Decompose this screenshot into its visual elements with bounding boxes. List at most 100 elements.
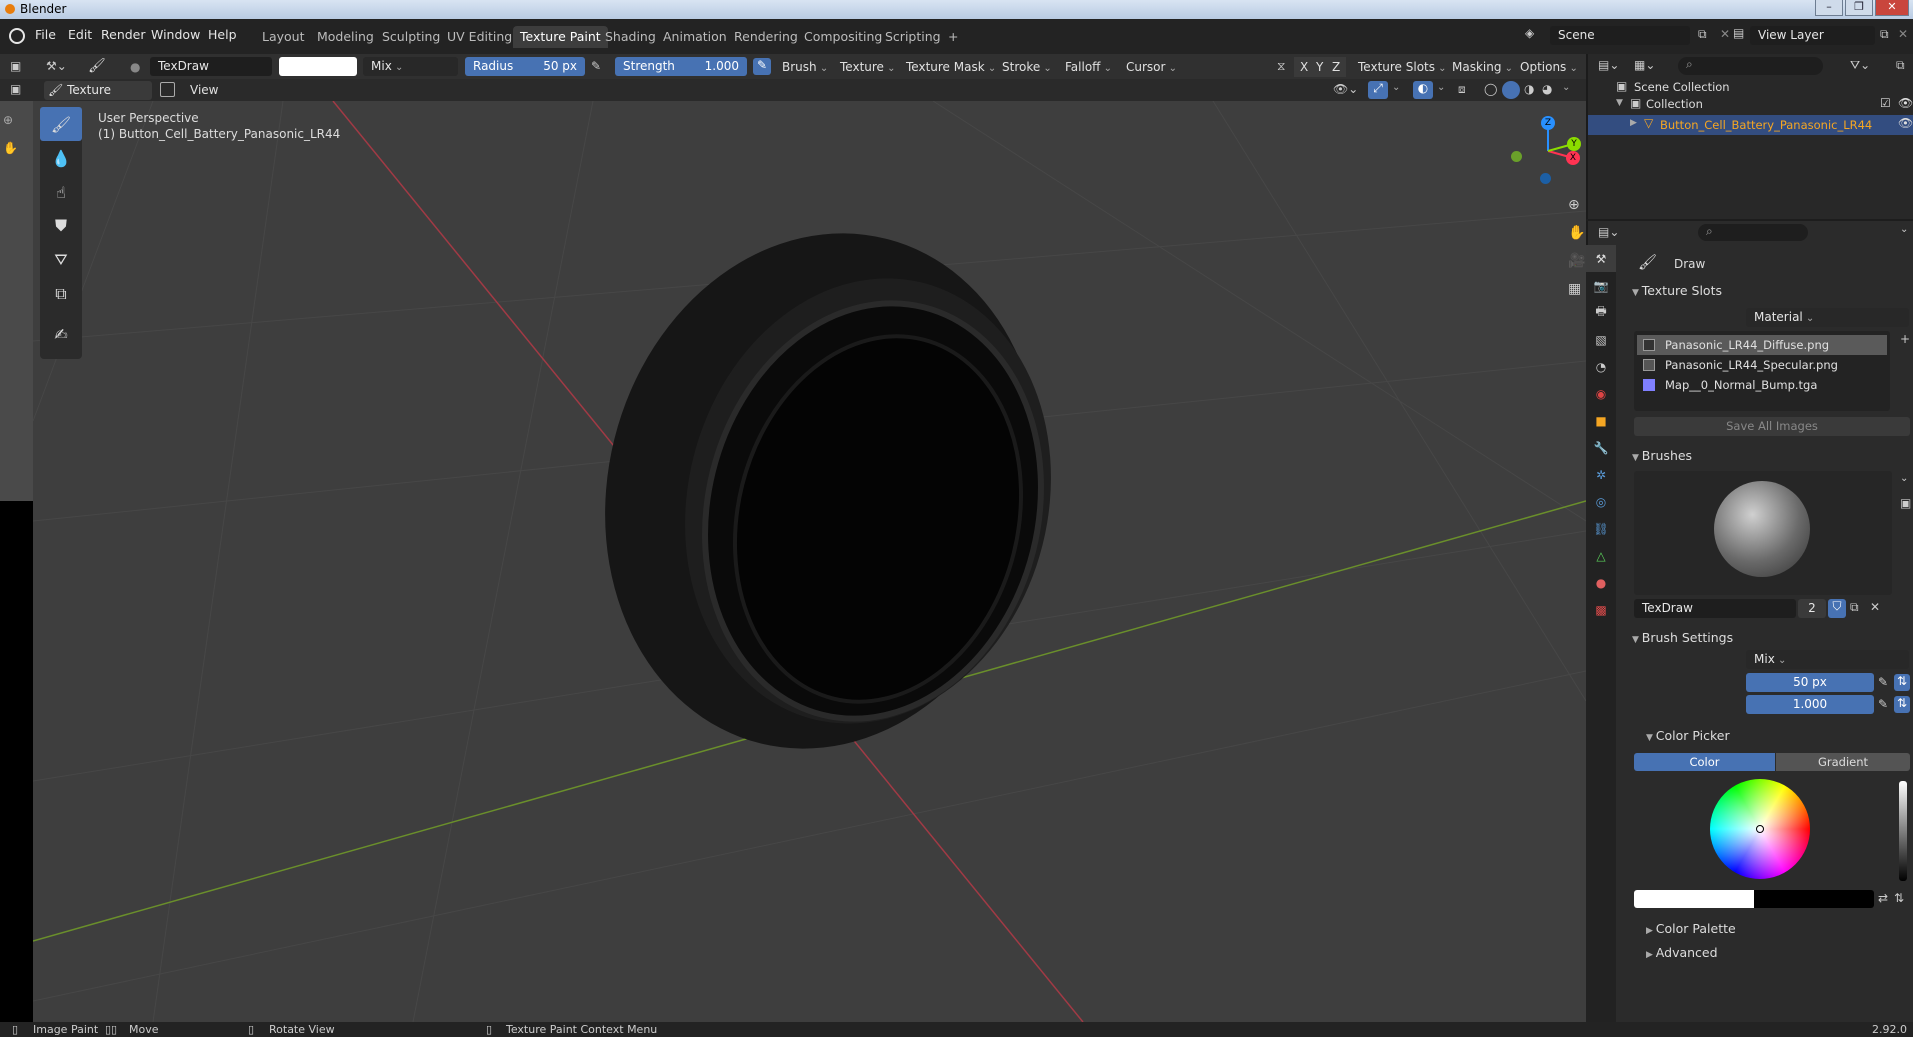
3d-viewport[interactable]: User Perspective (1) Button_Cell_Battery… xyxy=(33,101,1586,1022)
properties-options-icon[interactable]: ⌄ xyxy=(1900,224,1908,235)
view-layer-tab-icon[interactable]: ▧ xyxy=(1586,326,1616,353)
strength-field[interactable]: 1.000 xyxy=(1746,695,1874,714)
smear-tool-icon[interactable]: ☝ xyxy=(40,175,82,209)
material-shading-icon[interactable]: ◑ xyxy=(1524,82,1534,96)
menu-window[interactable]: Window xyxy=(151,27,200,42)
particles-tab-icon[interactable]: ✲ xyxy=(1586,461,1616,488)
scene-icon[interactable]: ◈ xyxy=(1525,26,1547,46)
blender-menu-icon[interactable] xyxy=(9,28,25,44)
swap-colors-icon[interactable]: ⇄ xyxy=(1878,891,1888,905)
zoom-view-icon[interactable]: ⊕ xyxy=(1568,197,1580,213)
outliner-editor-icon[interactable]: ▤⌄ xyxy=(1598,58,1619,72)
gizmo-neg-z[interactable] xyxy=(1540,173,1551,184)
outliner-search-input[interactable]: ⌕ xyxy=(1678,57,1823,75)
radius-pressure-icon[interactable]: ✎ xyxy=(1878,675,1888,689)
collection-label[interactable]: Collection xyxy=(1646,97,1703,111)
stroke-menu[interactable]: Stroke xyxy=(996,57,1058,77)
scene-collection-label[interactable]: Scene Collection xyxy=(1634,80,1730,94)
new-view-layer-icon[interactable]: ⧉ xyxy=(1880,27,1889,42)
material-tab-icon[interactable]: ● xyxy=(1586,569,1616,596)
strength-unified-icon[interactable]: ⇅ xyxy=(1894,696,1910,713)
scene-field[interactable]: Scene xyxy=(1550,26,1690,45)
output-tab-icon[interactable]: 🖶 xyxy=(1586,299,1616,326)
brushes-header[interactable]: ▼ Brushes xyxy=(1632,445,1692,467)
overlay-dropdown-icon[interactable]: ⌄ xyxy=(1437,82,1445,93)
mode-selector[interactable]: 🖌 Texture Paint xyxy=(44,81,152,116)
value-slider[interactable] xyxy=(1899,781,1907,881)
gizmo-dropdown-icon[interactable]: ⌄ xyxy=(1392,82,1400,93)
filter-icon[interactable]: ⛛⌄ xyxy=(1850,58,1870,73)
radius-field[interactable]: 50 px xyxy=(1746,673,1874,692)
data-tab-icon[interactable]: △ xyxy=(1586,542,1616,569)
texture-mask-menu[interactable]: Texture Mask xyxy=(900,57,1002,77)
fake-user-icon[interactable]: ⛉ xyxy=(1828,599,1846,618)
pan-view-icon[interactable]: ✋ xyxy=(1568,225,1585,241)
unlink-brush-icon[interactable]: ✕ xyxy=(1870,600,1880,614)
render-tab-icon[interactable]: 📷 xyxy=(1586,272,1616,299)
texture-menu[interactable]: Texture xyxy=(834,57,902,77)
perspective-toggle-icon[interactable]: ▦ xyxy=(1568,281,1581,297)
new-collection-icon[interactable]: ⧉ xyxy=(1896,58,1905,73)
pan-icon[interactable]: ✋ xyxy=(3,141,18,155)
tab-compositing[interactable]: Compositing xyxy=(797,26,889,48)
brush-browse-icon[interactable]: ▣ xyxy=(1900,496,1911,510)
color-picker-header[interactable]: ▼ Color Picker xyxy=(1646,725,1730,747)
falloff-menu[interactable]: Falloff xyxy=(1059,57,1118,77)
remove-scene-icon[interactable]: ✕ xyxy=(1720,27,1730,41)
soften-tool-icon[interactable]: 💧 xyxy=(40,141,82,175)
color-tab[interactable]: Color xyxy=(1634,753,1775,771)
tab-texture-paint[interactable]: Texture Paint xyxy=(513,26,608,48)
physics-tab-icon[interactable]: ◎ xyxy=(1586,488,1616,515)
xray-icon[interactable]: ⧈ xyxy=(1458,82,1466,97)
display-mode-icon[interactable]: ▦⌄ xyxy=(1634,58,1655,72)
brush-name-field[interactable]: TexDraw xyxy=(150,57,272,76)
duplicate-brush-icon[interactable]: ⧉ xyxy=(1850,600,1859,615)
radius-pressure-icon[interactable]: ✎ xyxy=(591,59,601,73)
brush-icon[interactable]: 🖌 xyxy=(88,58,106,74)
editor-type-icon[interactable]: ▣ xyxy=(10,59,21,73)
maximize-button[interactable]: ❐ xyxy=(1845,0,1873,16)
mode-dropdown[interactable]: Material xyxy=(1746,308,1909,327)
texture-slot-diffuse[interactable]: Panasonic_LR44_Diffuse.png xyxy=(1637,335,1887,355)
options-menu[interactable]: Options xyxy=(1514,57,1584,77)
camera-view-icon[interactable]: 🎥 xyxy=(1568,253,1585,269)
blend-mode-dropdown[interactable]: Mix xyxy=(363,57,458,76)
view-layer-field[interactable]: View Layer xyxy=(1750,26,1875,45)
collection-expand-icon[interactable]: ▼ xyxy=(1616,98,1623,108)
brush-menu[interactable]: Brush xyxy=(776,57,834,77)
texture-slot-normal[interactable]: Map__0_Normal_Bump.tga xyxy=(1637,375,1887,395)
radius-slider[interactable]: Radius 50 px xyxy=(465,57,585,76)
masking-menu[interactable]: Masking xyxy=(1446,57,1519,77)
cursor-menu[interactable]: Cursor xyxy=(1120,57,1183,77)
tab-scripting[interactable]: Scripting xyxy=(878,26,948,48)
close-button[interactable]: ✕ xyxy=(1875,0,1909,16)
menu-render[interactable]: Render xyxy=(101,27,146,42)
advanced-header[interactable]: ▶ Advanced xyxy=(1646,942,1718,964)
tab-shading[interactable]: Shading xyxy=(598,26,663,48)
add-slot-icon[interactable]: + xyxy=(1900,332,1910,346)
constraints-tab-icon[interactable]: ⛓ xyxy=(1586,515,1616,542)
viewport-scene[interactable] xyxy=(33,101,1586,1022)
wireframe-shading-icon[interactable]: ◯ xyxy=(1484,82,1497,96)
collection-checkbox-icon[interactable]: ☑ xyxy=(1880,96,1891,110)
color-wheel-cursor[interactable] xyxy=(1756,825,1764,833)
gizmo-x-axis[interactable]: X xyxy=(1566,151,1580,165)
color-swatches[interactable] xyxy=(1634,890,1874,908)
visibility-icon[interactable]: 👁⌄ xyxy=(1333,82,1358,96)
tab-modeling[interactable]: Modeling xyxy=(310,26,381,48)
gradient-tab[interactable]: Gradient xyxy=(1776,753,1910,771)
brush-settings-header[interactable]: ▼ Brush Settings xyxy=(1632,627,1733,649)
zoom-icon[interactable]: ⊕ xyxy=(3,113,13,127)
object-tab-icon[interactable]: ■ xyxy=(1586,407,1616,434)
view-menu[interactable]: View xyxy=(184,80,224,100)
world-tab-icon[interactable]: ◉ xyxy=(1586,380,1616,407)
fill-tool-icon[interactable]: ⛛ xyxy=(40,243,82,277)
tool-selector-icon[interactable]: ⚒⌄ xyxy=(46,59,67,73)
blend-dropdown[interactable]: Mix xyxy=(1746,650,1909,669)
battery-model[interactable] xyxy=(551,187,1097,796)
annotate-tool-icon[interactable]: ✍ xyxy=(40,317,82,351)
texture-tab-icon[interactable]: ▩ xyxy=(1586,596,1616,623)
mask-tool-icon[interactable]: ⧉ xyxy=(40,277,82,311)
color-wheel[interactable] xyxy=(1710,779,1810,879)
new-scene-icon[interactable]: ⧉ xyxy=(1698,27,1707,42)
